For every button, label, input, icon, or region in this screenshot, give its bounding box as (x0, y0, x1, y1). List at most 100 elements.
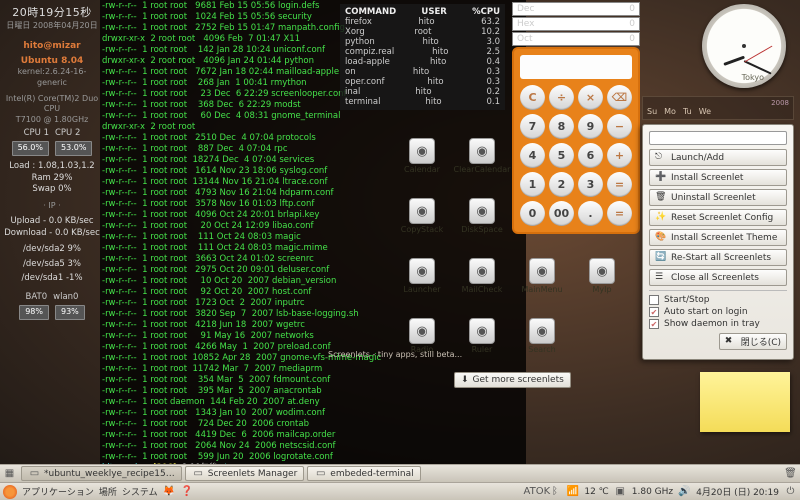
desktop-launcher[interactable]: ◉Ruler (454, 318, 510, 354)
calc-key[interactable]: = (607, 172, 632, 197)
atok-tray[interactable]: ATOK (530, 485, 543, 498)
menu-apps[interactable]: アプリケーション (22, 485, 94, 498)
desktop-launcher[interactable]: ◉ClearCalendar (454, 138, 510, 174)
launcher-icon: ◉ (409, 198, 435, 224)
calc-key[interactable]: 5 (549, 143, 574, 168)
taskbar-item[interactable]: ▭embeded-terminal (307, 466, 420, 481)
calc-key[interactable]: ÷ (549, 85, 574, 110)
window-icon: ▭ (192, 467, 205, 480)
screenlet-action-button[interactable]: ⎋Launch/Add (649, 149, 787, 166)
desktop-launcher[interactable]: ◉Search (514, 318, 570, 354)
screenlet-checkbox[interactable]: Start/Stop (649, 295, 787, 305)
bottom-panel[interactable]: アプリケーション 場所 システム 🦊 ❓ ATOK ᛒ 📶 12 ℃ ▣ 1.8… (0, 482, 800, 500)
desktop-launcher[interactable]: ◉DiskSpace (454, 198, 510, 234)
calc-key[interactable]: 4 (520, 143, 545, 168)
menu-system[interactable]: システム (122, 485, 158, 498)
temperature: 12 ℃ (584, 487, 608, 497)
show-desktop-icon[interactable]: ▦ (3, 467, 16, 480)
desktop-launcher[interactable]: ◉CopyStack (394, 198, 450, 234)
calc-key[interactable]: + (607, 143, 632, 168)
calc-key[interactable]: × (578, 85, 603, 110)
calc-key[interactable]: . (578, 201, 603, 226)
calc-key[interactable]: 2 (549, 172, 574, 197)
desktop-launcher[interactable]: ◉Calendar (394, 138, 450, 174)
distro: Ubuntu 8.04 (4, 55, 100, 67)
taskbar-item[interactable]: ▭Screenlets Manager (185, 466, 305, 481)
desktop-launcher[interactable]: ◉MainMenu (514, 258, 570, 294)
desktop-launcher[interactable]: ◉MailCheck (454, 258, 510, 294)
logout-icon[interactable]: ⏻ (784, 485, 797, 498)
launcher-icon: ◉ (409, 318, 435, 344)
calc-key[interactable]: 0 (520, 201, 545, 226)
down-arrow-icon: ⬇ (461, 375, 469, 385)
cpu1-pct: 56.0% (12, 141, 49, 156)
tray-date[interactable]: 4月20日 (日) 20:19 (696, 485, 779, 498)
calc-key[interactable]: C (520, 85, 545, 110)
launcher-icon: ◉ (469, 318, 495, 344)
launcher-icon: ◉ (529, 318, 555, 344)
screenlet-action-button[interactable]: ✨Reset Screenlet Config (649, 209, 787, 226)
terminal-line: -rw-r--r-- 1 root root 4419 Dec 6 2006 m… (102, 430, 524, 441)
taskbar-item[interactable]: ▭*ubuntu_weeklye_recipe15… (21, 466, 182, 481)
calc-key[interactable]: 8 (549, 114, 574, 139)
launcher-icon: ◉ (469, 138, 495, 164)
menu-places[interactable]: 場所 (99, 485, 117, 498)
desktop-launcher[interactable]: ◉MyIp (574, 258, 630, 294)
screenlet-checkbox[interactable]: ✔Auto start on login (649, 307, 787, 317)
load-avg: Load : 1.08,1.03,1.2 (4, 161, 100, 172)
screenlet-action-button[interactable]: ➕Install Screenlet (649, 169, 787, 186)
screenlet-checkbox[interactable]: ✔Show daemon in tray (649, 319, 787, 329)
launcher-label: Ruler (472, 345, 493, 354)
desktop-launcher[interactable]: ◉Radio (394, 318, 450, 354)
action-icon: 🎨 (655, 232, 666, 243)
close-button[interactable]: ✖閉じる(C) (719, 333, 787, 350)
cpu-clock: T7100 @ 1.80GHz (4, 115, 100, 126)
clock-text: 20時19分15秒 (4, 6, 100, 21)
calc-key[interactable]: 7 (520, 114, 545, 139)
taskbar[interactable]: ▦ ▭*ubuntu_weeklye_recipe15…▭Screenlets … (0, 464, 800, 482)
screenlets-panel: ⎋Launch/Add ➕Install Screenlet 🗑Uninstall … (642, 124, 794, 360)
kernel: kernel:2.6.24-16-generic (4, 67, 100, 89)
bluetooth-icon[interactable]: ᛒ (548, 485, 561, 498)
terminal-line: -rw-r--r-- 1 root root 1343 Jan 10 2007 … (102, 408, 524, 419)
calendar-widget[interactable]: 2008 SuMoTuWe (642, 96, 794, 120)
network-icon[interactable]: 📶 (566, 485, 579, 498)
date-text: 日曜日 2008年04月20日 (4, 21, 100, 32)
calc-key[interactable]: 00 (549, 201, 574, 226)
terminal-line: -rw-r--r-- 1 root root 13144 Nov 16 21:0… (102, 177, 524, 188)
volume-icon[interactable]: 🔊 (678, 485, 691, 498)
calc-mode-row: Dec0 (512, 2, 640, 16)
help-icon[interactable]: ❓ (181, 485, 194, 498)
screenlet-action-button[interactable]: 🗑Uninstall Screenlet (649, 189, 787, 206)
trash-icon[interactable]: 🗑 (784, 467, 797, 480)
close-icon: ✖ (725, 336, 736, 347)
disk1: /dev/sda2 9% (4, 244, 100, 255)
screenlets-search[interactable] (649, 131, 787, 145)
calc-key[interactable]: 3 (578, 172, 603, 197)
firefox-icon[interactable]: 🦊 (163, 485, 176, 498)
calc-key[interactable]: 6 (578, 143, 603, 168)
screenlet-action-button[interactable]: 🎨Install Screenlet Theme (649, 229, 787, 246)
calculator-widget[interactable]: Dec0Hex0Oct0 C÷×⌫789−456+123=000.= (512, 2, 640, 234)
sticky-note[interactable] (700, 372, 790, 432)
calc-key[interactable]: ⌫ (607, 85, 632, 110)
ubuntu-logo-icon[interactable] (3, 485, 17, 499)
screenlet-action-button[interactable]: 🔄Re-Start all Screenlets (649, 249, 787, 266)
calc-key[interactable]: − (607, 114, 632, 139)
screenlets-tagline: Screenlets - tiny apps, still beta... (328, 350, 462, 359)
download: Download - 0.0 KB/sec (4, 228, 100, 239)
calc-key[interactable]: = (607, 201, 632, 226)
terminal-line: -rw-r--r-- 1 root daemon 144 Feb 20 2007… (102, 397, 524, 408)
desktop-launcher[interactable]: ◉Launcher (394, 258, 450, 294)
get-more-button[interactable]: ⬇Get more screenlets (454, 372, 571, 388)
calc-key[interactable]: 9 (578, 114, 603, 139)
window-icon: ▭ (314, 467, 327, 480)
launcher-icon: ◉ (409, 258, 435, 284)
cpu-freq: 1.80 GHz (632, 487, 673, 497)
calc-key[interactable]: 1 (520, 172, 545, 197)
terminal-line: -rw-r--r-- 1 root root 724 Dec 20 2006 c… (102, 419, 524, 430)
screenlet-action-button[interactable]: ☰Close all Screenlets (649, 269, 787, 286)
ram-pct: Ram 29% (4, 173, 100, 184)
clock-city: Tokyo (742, 73, 764, 82)
calc-display (520, 55, 632, 79)
